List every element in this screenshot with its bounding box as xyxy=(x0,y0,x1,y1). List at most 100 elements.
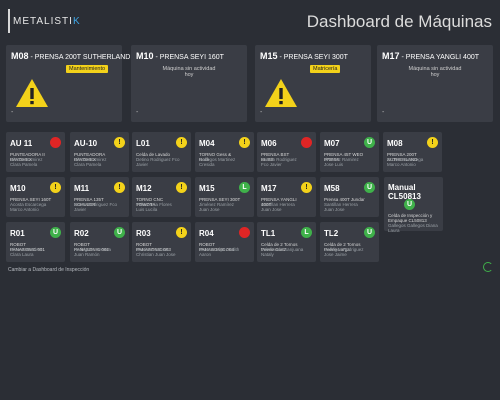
machine-card-r03[interactable]: R03! ROBOT PANASONIC 003 Martinez Santos C… xyxy=(132,222,191,262)
machine-operator: Palacencia Flores Luis Lucila xyxy=(136,202,172,212)
machine-card-m11[interactable]: M11! PRENSA 135T SCHULER Burrar Rodriguez … xyxy=(70,177,129,217)
status-indicator: ! xyxy=(114,182,125,193)
machine-card-manual[interactable]: Manual CL50813 U Celda de Inspección y E… xyxy=(384,177,443,233)
machine-operator: Acosta Escarcega Marco Antonio xyxy=(10,202,47,212)
machine-code: Manual CL50813 xyxy=(388,183,421,201)
status-indicator: L xyxy=(239,182,250,193)
machine-card-m17[interactable]: M17! PRENSA YANGLI 400T Santillan Herrera … xyxy=(257,177,316,217)
page-title: Dashboard de Máquinas xyxy=(306,12,492,31)
machine-operator: Gallegos Rodriguez Jose Jaime xyxy=(324,247,364,257)
status-indicator: ! xyxy=(50,182,61,193)
machine-code: R03 xyxy=(136,229,151,238)
machine-code: M15 xyxy=(199,184,215,193)
inactive-text-2: hoy xyxy=(184,72,194,78)
status-indicator: ! xyxy=(176,182,187,193)
status-indicator: L xyxy=(301,227,312,238)
featured-header: M17 - PRENSA YANGLI 400T xyxy=(377,45,493,61)
machine-card-l01[interactable]: L01! Celda de Lavado Detino Rodriguez Fco … xyxy=(132,132,191,172)
machine-description: Celda de Inspección y Empaque CL50813 xyxy=(388,213,433,223)
machine-code: M07 xyxy=(324,139,340,148)
featured-card-m08[interactable]: M08 - PRENSA 200T SUTHERLAND Mantenimient… xyxy=(6,45,130,122)
machine-card-tl1[interactable]: TL1 L Celda de 2 Tornos Peerle Cortz Valenz… xyxy=(257,222,316,262)
machine-operator: Jiménez Ramírez Juan Jose xyxy=(199,202,235,212)
machine-code: AU 11 xyxy=(10,139,33,148)
machine-code: TL1 xyxy=(261,229,276,238)
featured-footer: - xyxy=(382,109,385,116)
machine-operator: Fermin Rodriguez Fco Javier xyxy=(261,157,297,167)
machine-code: R01 xyxy=(10,229,25,238)
machine-card-m12[interactable]: M12! TORNO CNC TOWOTA Palacencia Flores Lu… xyxy=(132,177,191,217)
logo: METALISTI K xyxy=(8,9,81,33)
machine-operator: Gallegos Martinez Cresida xyxy=(199,157,236,167)
machine-code: M15 xyxy=(260,51,278,61)
machine-code: L01 xyxy=(136,139,150,148)
machine-card-r04[interactable]: R04 ROBOT PANASONIC 004 Moreno López Edith… xyxy=(195,222,254,262)
machine-operator: Oleona Ramirez Clara Pamela xyxy=(10,157,43,167)
status-indicator: U xyxy=(50,227,61,238)
status-indicator: U xyxy=(404,199,415,210)
machine-card-m08[interactable]: M08! PRENSA 200T SUTHERLAND Acosta Escarce… xyxy=(383,132,442,172)
machine-code: M11 xyxy=(74,184,90,193)
machine-operator: Martinez Santos Christian Juan Jose xyxy=(136,247,176,257)
machine-card-r01[interactable]: R01 U ROBOT PANASONIC 001 Oleona Ramirez Cl… xyxy=(6,222,65,262)
machine-code: R02 xyxy=(74,229,89,238)
machine-operator: Santillan Herrera Juan Jose xyxy=(324,202,358,212)
machine-name: - PRENSA YANGLI 400T xyxy=(399,54,480,61)
machine-name: - PRENSA 200T SUTHERLAND xyxy=(28,54,131,61)
warning-icon xyxy=(265,79,297,107)
machine-operator: Gallegos Gallegos Diana Laura xyxy=(388,223,438,233)
status-indicator: ! xyxy=(176,137,187,148)
machine-code: M08 xyxy=(387,139,403,148)
machine-card-m15[interactable]: M15 L PRENSA SEYI 300T Jiménez Ramírez Juan… xyxy=(195,177,254,217)
machine-card-r02[interactable]: R02 U ROBOT PANASONIC 002 Rodriguez Herrera… xyxy=(70,222,129,262)
machine-operator: Jimenez Ramirez Jose Luis xyxy=(324,157,359,167)
featured-card-m17[interactable]: M17 - PRENSA YANGLI 400T Máquina sin acti… xyxy=(377,45,493,122)
status-indicator: ! xyxy=(114,137,125,148)
machine-card-m04[interactable]: M04! TORNO Gess & Rock Gallegos Martinez C… xyxy=(195,132,254,172)
machine-operator: Oleona Ramirez Clara Pamela xyxy=(74,157,107,167)
machine-code: M12 xyxy=(136,184,152,193)
machine-code: M10 xyxy=(136,51,154,61)
status-indicator xyxy=(239,227,250,238)
status-indicator: ! xyxy=(301,182,312,193)
machine-card-m58[interactable]: M58 U Prensa 400T Jundar Santillan Herrera … xyxy=(320,177,379,217)
featured-card-m10[interactable]: M10 - PRENSA SEYI 160T Máquina sin activi… xyxy=(131,45,247,122)
featured-footer: - xyxy=(136,109,139,116)
status-tag: Mantenimiento xyxy=(66,65,109,73)
machine-code: M06 xyxy=(261,139,277,148)
switch-dashboard-link[interactable]: Cambiar a Dashboard de Inspección xyxy=(8,267,89,273)
machine-card-au-11[interactable]: AU 11 PUNTEADORA II BAYOMEX Oleona Ramirez… xyxy=(6,132,65,172)
machine-code: M58 xyxy=(324,184,340,193)
machine-card-tl2[interactable]: TL2 U Celda de 2 Tornos Peerle Larga Galleg… xyxy=(320,222,379,262)
machine-card-m07[interactable]: M07 U PRENSA 45T WEO PRESS Jimenez Ramirez … xyxy=(320,132,379,172)
loading-spinner-icon xyxy=(483,262,493,272)
machine-code: M17 xyxy=(261,184,277,193)
machine-operator: Valenzuela Sanjuana Nataly xyxy=(261,247,304,257)
machine-code: R04 xyxy=(199,229,214,238)
featured-card-m15[interactable]: M15 - PRENSA SEYI 300T Matricería - xyxy=(255,45,371,122)
status-indicator: ! xyxy=(176,227,187,238)
status-indicator xyxy=(301,137,312,148)
featured-header: M15 - PRENSA SEYI 300T xyxy=(255,45,371,61)
featured-header: M08 - PRENSA 200T SUTHERLAND xyxy=(6,45,130,61)
status-indicator: U xyxy=(114,227,125,238)
logo-accent: K xyxy=(72,15,81,27)
machine-operator: Detino Rodriguez Fco Javier xyxy=(136,157,180,167)
machine-operator: Rodriguez Herrera Juan Ramón xyxy=(74,247,112,257)
inactive-text-2: hoy xyxy=(430,72,440,78)
machine-card-m10[interactable]: M10! PRENSA SEYI 160T Acosta Escarcega Mar… xyxy=(6,177,65,217)
status-tag: Matricería xyxy=(310,65,341,73)
logo-text: METALISTI xyxy=(13,15,73,27)
warning-icon xyxy=(16,79,48,107)
machine-card-au-10[interactable]: AU-10! PUNTEADORA BAYOMEX Oleona Ramirez C… xyxy=(70,132,129,172)
machine-operator: Santillan Herrera Juan Jose xyxy=(261,202,295,212)
featured-footer: - xyxy=(11,109,14,116)
status-indicator: U xyxy=(364,182,375,193)
machine-operator: Burrar Rodriguez Fco Javier xyxy=(74,202,118,212)
machine-operator: Acosta Escarcega Marco Antonio xyxy=(387,157,424,167)
machine-card-m06[interactable]: M06 PRENSA BST BLISS Fermin Rodriguez Fco … xyxy=(257,132,316,172)
status-indicator: ! xyxy=(427,137,438,148)
status-indicator xyxy=(50,137,61,148)
machine-operator: Oleona Ramirez Clara Laura xyxy=(10,247,43,257)
machine-name: - PRENSA SEYI 300T xyxy=(277,54,348,61)
